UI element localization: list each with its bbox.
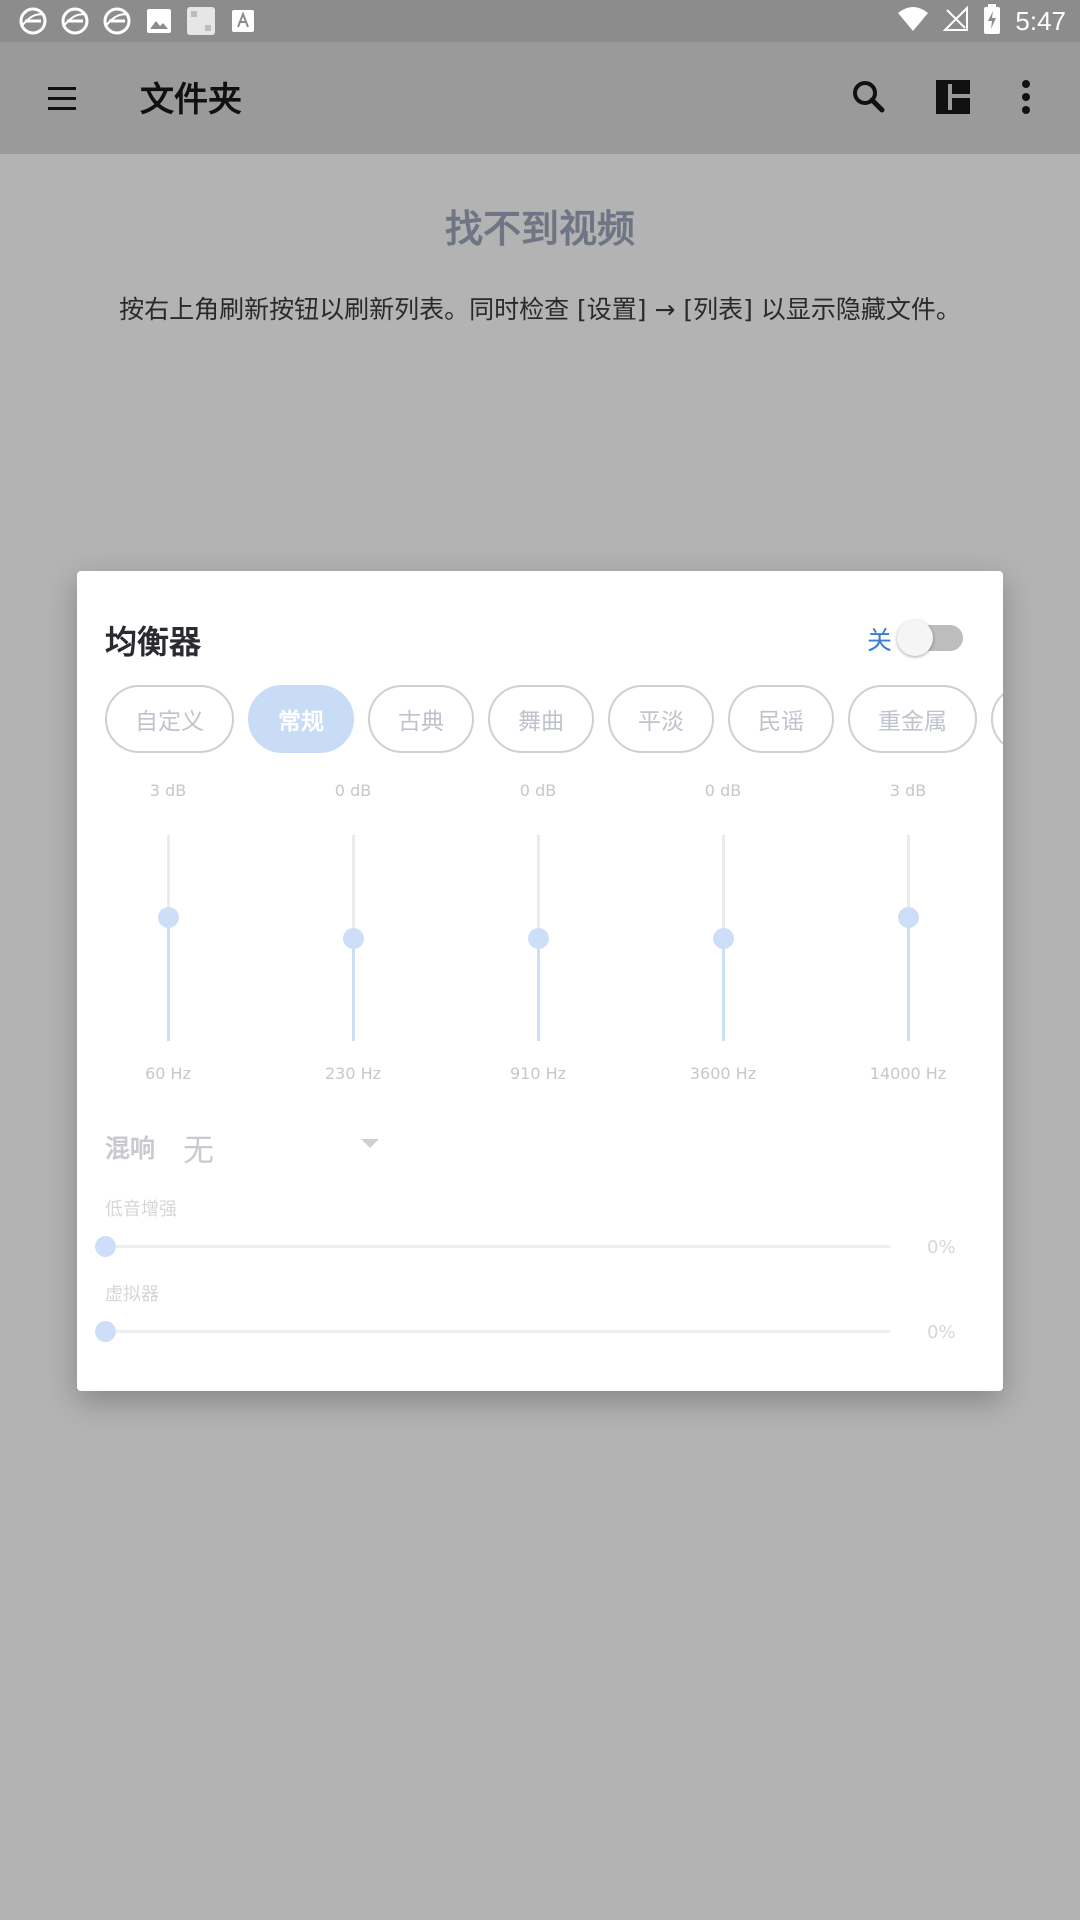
eq-band: 0 dB 910 Hz	[483, 781, 593, 1101]
image-icon	[144, 6, 174, 36]
bass-boost-value: 0%	[927, 1237, 956, 1258]
preset-chip-custom[interactable]: 自定义	[105, 685, 234, 753]
no-signal-icon	[942, 5, 969, 36]
bass-boost-label: 低音增强	[105, 1199, 177, 1220]
layout-icon[interactable]	[930, 74, 976, 120]
preset-chip-hiphop[interactable]: 嘻	[991, 685, 1003, 753]
band-frequency-label: 14000 Hz	[869, 1064, 947, 1083]
band-slider-thumb[interactable]	[528, 927, 549, 949]
status-bar: 5:47	[0, 0, 1080, 42]
chevron-down-icon[interactable]	[361, 1139, 379, 1148]
band-gain-label: 0 dB	[334, 781, 372, 800]
eq-band: 0 dB 230 Hz	[298, 781, 408, 1101]
dialog-title: 均衡器	[105, 623, 202, 661]
band-gain-label: 3 dB	[889, 781, 927, 800]
band-frequency-label: 60 Hz	[145, 1064, 191, 1083]
more-vert-icon[interactable]	[1008, 74, 1044, 120]
band-slider-fill	[537, 938, 540, 1041]
band-slider-fill	[352, 938, 355, 1041]
browser-icon	[102, 6, 132, 36]
preset-chip-classical[interactable]: 古典	[368, 685, 474, 753]
font-icon	[228, 6, 258, 36]
band-frequency-label: 910 Hz	[509, 1064, 567, 1083]
band-gain-label: 0 dB	[519, 781, 557, 800]
eq-band: 3 dB 14000 Hz	[853, 781, 963, 1101]
clock: 5:47	[1015, 5, 1066, 36]
empty-state-title: 找不到视频	[444, 207, 635, 251]
band-gain-label: 0 dB	[704, 781, 742, 800]
band-gain-label: 3 dB	[149, 781, 187, 800]
virtualizer-slider[interactable]	[105, 1330, 890, 1333]
app-toolbar: 文件夹	[0, 42, 1080, 154]
switch-label: 关	[867, 626, 893, 655]
preset-list: 自定义 常规 古典 舞曲 平淡 民谣 重金属 嘻	[105, 685, 1003, 753]
virtualizer-label: 虚拟器	[105, 1284, 159, 1305]
browser-icon	[18, 6, 48, 36]
gallery-icon	[186, 6, 216, 36]
search-icon[interactable]	[846, 74, 892, 120]
band-slider-fill	[722, 938, 725, 1041]
empty-state-description: 按右上角刷新按钮以刷新列表。同时检查 [设置] → [列表] 以显示隐藏文件。	[119, 295, 961, 324]
preset-chip-folk[interactable]: 民谣	[728, 685, 834, 753]
band-slider-thumb[interactable]	[713, 927, 734, 949]
band-frequency-label: 230 Hz	[324, 1064, 382, 1083]
system-indicators: 5:47	[897, 4, 1066, 38]
battery-charging-icon	[983, 4, 1001, 38]
equalizer-dialog: 均衡器 关 自定义 常规 古典 舞曲 平淡 民谣 重金属 嘻 3 dB 60 H…	[77, 571, 1003, 1391]
virtualizer-value: 0%	[927, 1322, 956, 1343]
bass-boost-thumb[interactable]	[94, 1236, 116, 1257]
preset-chip-normal[interactable]: 常规	[248, 685, 354, 753]
page-title: 文件夹	[140, 80, 242, 120]
band-slider-thumb[interactable]	[158, 906, 179, 928]
reverb-label: 混响	[105, 1134, 156, 1163]
virtualizer-thumb[interactable]	[94, 1321, 116, 1342]
bass-boost-slider[interactable]	[105, 1245, 890, 1248]
band-slider-thumb[interactable]	[898, 906, 919, 928]
eq-band: 0 dB 3600 Hz	[668, 781, 778, 1101]
menu-icon[interactable]	[34, 72, 86, 124]
eq-band: 3 dB 60 Hz	[113, 781, 223, 1101]
toggle-knob[interactable]	[897, 620, 933, 656]
band-slider-thumb[interactable]	[343, 927, 364, 949]
reverb-dropdown[interactable]: 无	[183, 1125, 214, 1170]
wifi-icon	[897, 6, 929, 36]
preset-chip-heavy-metal[interactable]: 重金属	[848, 685, 977, 753]
band-frequency-label: 3600 Hz	[689, 1064, 757, 1083]
band-slider-fill	[907, 917, 910, 1041]
notification-icons	[18, 6, 258, 36]
browser-icon	[60, 6, 90, 36]
preset-chip-flat[interactable]: 平淡	[608, 685, 714, 753]
preset-chip-dance[interactable]: 舞曲	[488, 685, 594, 753]
band-slider-fill	[167, 917, 170, 1041]
